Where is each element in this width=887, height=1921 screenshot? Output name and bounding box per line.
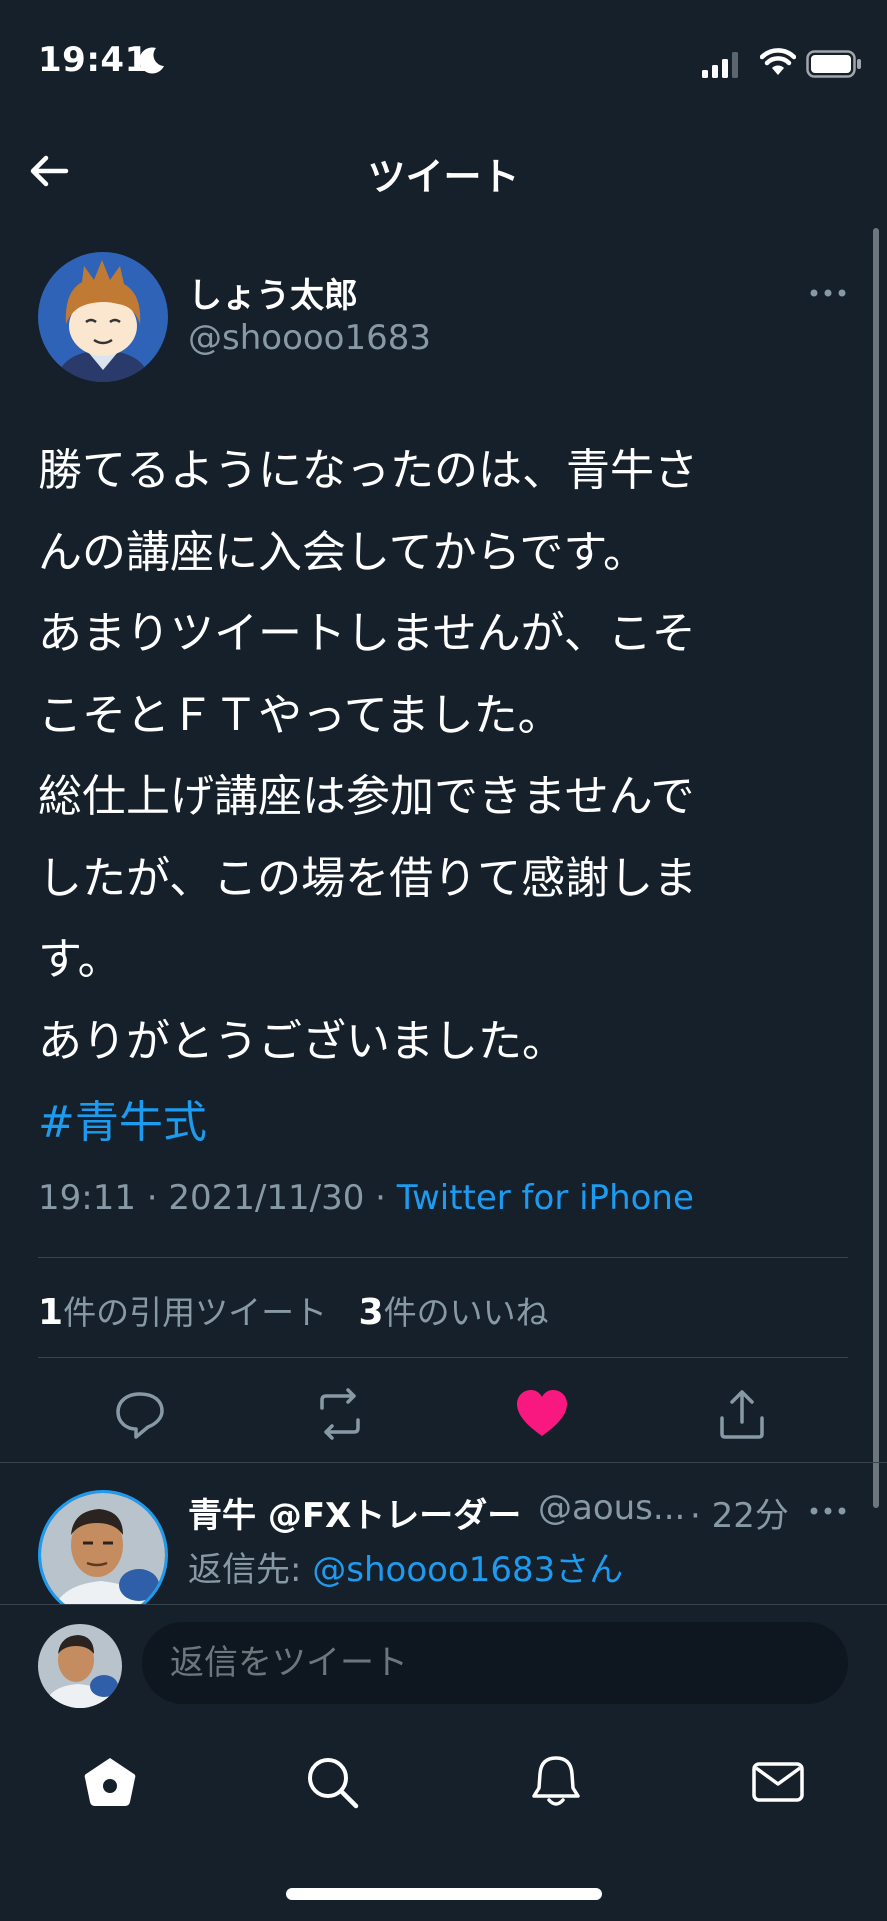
tweet-text: 勝てるようになったのは、青牛さ んの講座に入会してからです。 あまりツイートしま… <box>38 430 818 1164</box>
like-label: 件のいいね <box>383 1293 549 1332</box>
scrollbar[interactable] <box>873 228 879 1508</box>
cellular-signal-icon <box>702 52 738 78</box>
tweet-line: こそとＦＴやってました。 <box>38 689 562 741</box>
home-icon[interactable] <box>80 1752 140 1812</box>
tweet-line: あまりツイートしませんが、こそ <box>38 608 696 659</box>
share-icon[interactable] <box>712 1384 772 1444</box>
quote-tweets-link[interactable]: 1件の引用ツイート <box>38 1292 328 1333</box>
reply-author-name[interactable]: 青牛 @FXトレーダー <box>188 1488 521 1537</box>
reply-icon[interactable] <box>110 1384 170 1444</box>
status-time: 19:41 <box>38 40 149 80</box>
divider <box>38 1257 848 1258</box>
reply-time: · 22分 <box>690 1496 789 1536</box>
reply-more-options-icon[interactable] <box>808 1496 848 1526</box>
compose-avatar[interactable] <box>38 1624 122 1708</box>
tweet-line: ありがとうございました。 <box>38 1015 566 1067</box>
battery-icon <box>806 50 861 78</box>
reply-compose-input[interactable]: 返信をツイート <box>142 1622 848 1704</box>
author-handle[interactable]: @shoooo1683 <box>188 318 431 358</box>
hashtag-link[interactable]: #青牛式 <box>38 1097 207 1148</box>
reply-author-handle[interactable]: @aous... <box>538 1488 685 1528</box>
retweet-icon[interactable] <box>310 1384 370 1444</box>
moon-icon <box>139 47 164 74</box>
wifi-icon <box>760 48 796 75</box>
like-heart-icon[interactable] <box>512 1384 572 1444</box>
search-icon[interactable] <box>302 1752 362 1812</box>
quote-count: 1 <box>38 1292 64 1333</box>
reply-author-avatar[interactable] <box>38 1490 168 1620</box>
tweet-line: す。 <box>38 934 122 985</box>
notifications-icon[interactable] <box>526 1752 586 1812</box>
author-avatar[interactable] <box>38 252 168 382</box>
page-title: ツイート <box>367 155 520 199</box>
more-options-icon[interactable] <box>808 278 848 308</box>
quote-label: 件の引用ツイート <box>63 1293 328 1332</box>
tweet-line: 総仕上げ講座は参加できませんで <box>38 771 695 822</box>
author-name[interactable]: しょう太郎 <box>188 268 358 317</box>
like-count: 3 <box>358 1292 384 1333</box>
tweet-line: 勝てるようになったのは、青牛さ <box>38 445 698 496</box>
tweet-line: んの講座に入会してからです。 <box>38 526 647 578</box>
tweet-line: したが、この場を借りて感謝しま <box>38 852 698 904</box>
reply-to-line: 返信先: @shoooo1683さん <box>188 1542 623 1591</box>
divider <box>38 1357 848 1358</box>
engagement-stats: 1件の引用ツイート 3件のいいね <box>38 1286 549 1334</box>
source-link[interactable]: Twitter for iPhone <box>397 1178 694 1218</box>
messages-icon[interactable] <box>748 1752 808 1812</box>
tweet-timestamp: 19:11 · 2021/11/30 · Twitter for iPhone <box>38 1178 694 1218</box>
divider <box>0 1462 887 1463</box>
home-indicator[interactable] <box>286 1888 602 1900</box>
reply-to-mention[interactable]: @shoooo1683さん <box>312 1550 623 1590</box>
timestamp-text: 19:11 · 2021/11/30 · <box>38 1178 397 1218</box>
reply-to-prefix: 返信先: <box>188 1550 313 1590</box>
likes-link[interactable]: 3件のいいね <box>358 1292 549 1333</box>
